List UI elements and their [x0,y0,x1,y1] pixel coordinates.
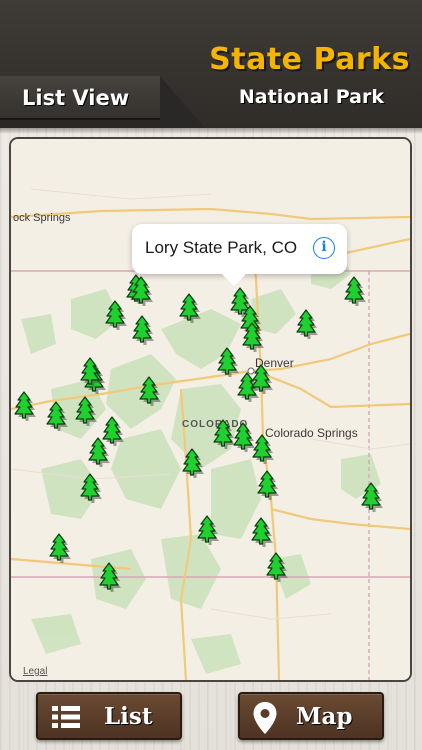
park-marker-tree-icon[interactable] [266,552,288,582]
park-marker-tree-icon[interactable] [88,437,110,467]
list-icon [52,706,80,728]
legal-link[interactable]: Legal [23,666,47,677]
park-marker-tree-icon[interactable] [296,309,318,339]
park-markers [14,274,383,592]
park-marker-tree-icon[interactable] [80,473,102,503]
park-marker-tree-icon[interactable] [132,315,154,345]
park-marker-tree-icon[interactable] [233,422,255,452]
park-callout[interactable]: Lory State Park, CO i [132,224,347,286]
park-marker-tree-icon[interactable] [251,517,273,547]
map-pin-icon [253,702,277,734]
park-marker-tree-icon[interactable] [182,448,204,478]
park-marker-tree-icon[interactable] [179,293,201,323]
park-marker-tree-icon[interactable] [49,533,71,563]
map-button-label: Map [296,703,353,730]
park-marker-tree-icon[interactable] [99,562,121,592]
park-marker-tree-icon[interactable] [46,401,68,431]
park-marker-tree-icon[interactable] [217,347,239,377]
list-view-label[interactable]: List View [22,86,129,110]
park-marker-tree-icon[interactable] [105,300,127,330]
park-marker-tree-icon[interactable] [139,376,161,406]
app-subtitle: National Park [238,86,384,108]
park-marker-tree-icon[interactable] [75,396,97,426]
park-marker-tree-icon[interactable] [252,434,274,464]
list-button-label: List [104,703,153,730]
list-button[interactable]: List [36,692,182,740]
info-icon[interactable]: i [313,237,335,259]
park-marker-tree-icon[interactable] [102,416,124,446]
park-marker-tree-icon[interactable] [361,482,383,512]
map-button[interactable]: Map [238,692,384,740]
map-view[interactable]: ock Springs Denver COLORADO Colorado Spr… [9,137,412,682]
park-marker-tree-icon[interactable] [197,515,219,545]
park-marker-tree-icon[interactable] [257,470,279,500]
park-marker-tree-icon[interactable] [213,419,235,449]
park-marker-tree-icon[interactable] [344,276,366,306]
callout-title: Lory State Park, CO [145,238,298,257]
app-title: State Parks [209,42,410,77]
park-marker-tree-icon[interactable] [14,391,36,421]
